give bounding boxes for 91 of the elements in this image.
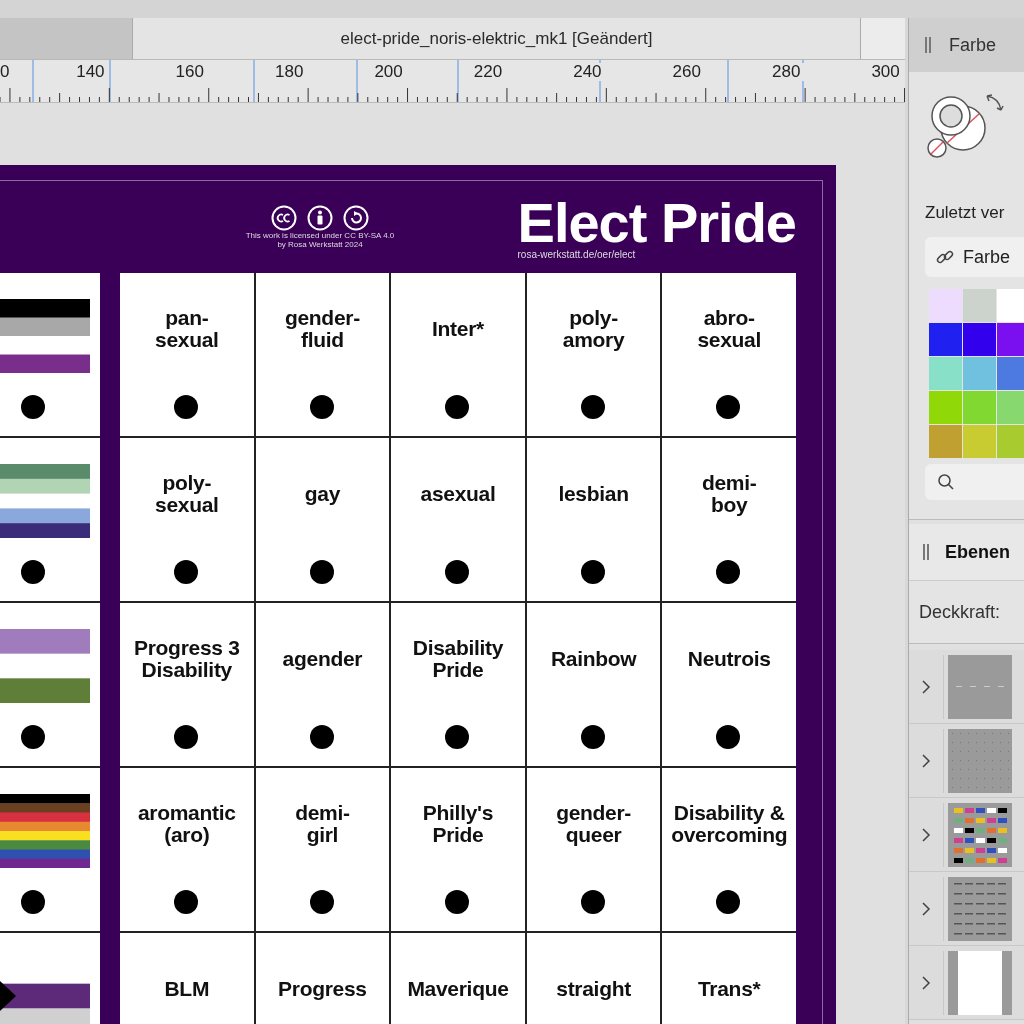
- term-label: Maverique: [406, 975, 510, 1002]
- color-swatch[interactable]: [929, 323, 962, 356]
- term-label: Rainbow: [549, 645, 638, 672]
- grip-icon[interactable]: [925, 37, 931, 53]
- color-swatch[interactable]: [963, 289, 996, 322]
- layer-row[interactable]: [909, 798, 1024, 872]
- term-label: Philly's Pride: [421, 799, 495, 848]
- document-tab[interactable]: elect-pride_noris-elektric_mk1 [Geändert]: [133, 18, 861, 59]
- term-label: demi- boy: [700, 469, 758, 518]
- term-label: asexual: [419, 480, 497, 507]
- color-swatch[interactable]: [997, 323, 1024, 356]
- dot-icon: [445, 395, 470, 419]
- term-label: gender- fluid: [283, 304, 361, 353]
- term-label: Trans*: [697, 975, 762, 1002]
- person-icon: [307, 205, 333, 231]
- layer-thumbnail: [943, 728, 1012, 793]
- term-label: abro- sexual: [696, 304, 762, 353]
- chevron-right-icon[interactable]: [921, 752, 931, 769]
- dot-icon: [21, 560, 45, 584]
- term-label: Disability & overcoming: [670, 799, 789, 848]
- new-tab-area[interactable]: [861, 18, 905, 59]
- color-swatch[interactable]: [963, 357, 996, 390]
- dot-icon: [309, 560, 334, 584]
- term-label: Disability Pride: [411, 634, 505, 683]
- color-swatch[interactable]: [929, 425, 962, 458]
- color-swatch[interactable]: [997, 289, 1024, 322]
- chevron-right-icon[interactable]: [921, 900, 931, 917]
- term-label: poly- sexual: [154, 469, 220, 518]
- license-text: This work is licensed under CC BY-SA 4.0: [245, 231, 395, 240]
- chevron-right-icon[interactable]: [921, 826, 931, 843]
- color-swatch[interactable]: [963, 391, 996, 424]
- dot-icon: [445, 890, 470, 914]
- dot-icon: [716, 725, 741, 749]
- dot-icon: [716, 560, 741, 584]
- dot-icon: [174, 890, 198, 914]
- term-label: gender- queer: [555, 799, 633, 848]
- term-label: agender: [281, 645, 364, 672]
- poster-url: rosa-werkstatt.de/oer/elect: [517, 249, 637, 260]
- dot-icon: [21, 725, 45, 749]
- color-swatch[interactable]: [929, 357, 962, 390]
- term-label: pan- sexual: [154, 304, 220, 353]
- layer-thumbnail: [943, 876, 1012, 941]
- color-panel-tab[interactable]: Farbe: [949, 34, 997, 56]
- color-swatch[interactable]: [963, 323, 996, 356]
- dot-icon: [309, 890, 334, 914]
- dot-icon: [174, 725, 198, 749]
- dot-icon: [309, 395, 334, 419]
- term-label: Progress: [277, 975, 368, 1002]
- opacity-label: Deckkraft:: [919, 601, 1001, 623]
- term-label: poly- amory: [561, 304, 626, 353]
- license-text: by Rosa Werkstatt 2024: [277, 240, 363, 249]
- chevron-right-icon[interactable]: [921, 678, 931, 695]
- dot-icon: [174, 560, 198, 584]
- search-field[interactable]: [925, 464, 1024, 500]
- dot-icon: [174, 395, 198, 419]
- layer-thumbnail: [943, 654, 1012, 719]
- dot-icon: [21, 395, 45, 419]
- color-swatch[interactable]: [929, 289, 962, 322]
- color-swatch[interactable]: [963, 425, 996, 458]
- term-label: gay: [303, 480, 342, 507]
- dot-icon: [580, 725, 605, 749]
- search-icon: [937, 473, 955, 491]
- dot-icon: [445, 560, 470, 584]
- share-alike-icon: [343, 205, 369, 231]
- dot-icon: [21, 890, 45, 914]
- dot-icon: [309, 725, 334, 749]
- dot-icon: [716, 890, 741, 914]
- color-swatch[interactable]: [929, 391, 962, 424]
- layer-thumbnail: [943, 802, 1012, 867]
- recent-colors-label: Zuletzt ver: [925, 203, 1006, 223]
- term-label: demi- girl: [294, 799, 351, 848]
- color-swatch[interactable]: [997, 357, 1024, 390]
- term-label: straight: [555, 975, 632, 1002]
- color-swatch[interactable]: [997, 391, 1024, 424]
- term-label: lesbian: [557, 480, 630, 507]
- term-label: Inter*: [431, 315, 485, 342]
- link-color-button[interactable]: Farbe: [925, 237, 1024, 277]
- chevron-right-icon[interactable]: [921, 974, 931, 991]
- term-label: Neutrois: [686, 645, 772, 672]
- term-label: Progress 3 Disability: [133, 634, 241, 683]
- cc-icon: [271, 205, 297, 231]
- term-label: BLM: [163, 975, 211, 1002]
- term-label: aromantic (aro): [136, 799, 237, 848]
- color-swatch[interactable]: [997, 425, 1024, 458]
- layer-thumbnail: [943, 950, 1012, 1015]
- dot-icon: [716, 395, 741, 419]
- dot-icon: [445, 725, 470, 749]
- dot-icon: [580, 395, 605, 419]
- grip-icon[interactable]: [923, 544, 929, 560]
- dot-icon: [580, 890, 605, 914]
- dot-icon: [580, 560, 605, 584]
